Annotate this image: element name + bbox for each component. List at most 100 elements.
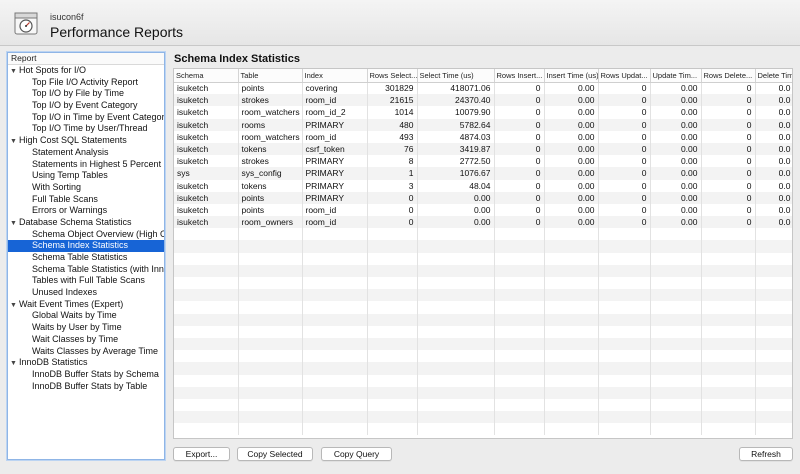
- column-header[interactable]: Index: [302, 69, 368, 83]
- table-cell: 0: [598, 130, 651, 143]
- refresh-button[interactable]: Refresh: [739, 447, 793, 461]
- copy-query-button[interactable]: Copy Query: [321, 447, 392, 461]
- table-row[interactable]: isuketch tokens PRIMARY 3 48.04 0 0.00 0 0.00 0 0.…: [174, 179, 792, 192]
- results-table: Schema Table Index Rows Select... Select Tim…: [174, 69, 792, 436]
- table-cell: 0.00: [650, 167, 702, 180]
- tree-item[interactable]: Schema Index Statistics: [8, 240, 164, 252]
- copy-selected-button[interactable]: Copy Selected: [237, 447, 313, 461]
- table-cell: 0: [701, 106, 756, 119]
- tree-item[interactable]: Global Waits by Time: [8, 310, 164, 322]
- tree-item[interactable]: Statement Analysis: [8, 147, 164, 159]
- column-header[interactable]: Select Time (us): [417, 69, 495, 83]
- tree-item[interactable]: Top File I/O Activity Report: [8, 77, 164, 89]
- column-header[interactable]: Delete Time...: [755, 69, 792, 83]
- table-cell: [755, 386, 792, 399]
- column-header[interactable]: Rows Delete...: [701, 69, 756, 83]
- tree-group-label: Hot Spots for I/O: [19, 65, 87, 75]
- table-cell: sys: [174, 167, 239, 180]
- column-header[interactable]: Update Tim...: [650, 69, 702, 83]
- tree-item[interactable]: Wait Classes by Time: [8, 334, 164, 346]
- table-cell: [701, 240, 756, 253]
- table-cell: [650, 228, 702, 241]
- disclosure-triangle-icon[interactable]: ▼: [10, 136, 19, 147]
- table-row[interactable]: isuketch rooms PRIMARY 480 5782.64 0 0.00 0 0.00…: [174, 118, 792, 131]
- tree-item[interactable]: With Sorting: [8, 182, 164, 194]
- table-cell: [650, 277, 702, 290]
- table-cell: [302, 301, 368, 314]
- tree-item[interactable]: Top I/O Time by User/Thread: [8, 123, 164, 135]
- table-cell: [494, 289, 545, 302]
- tree-item[interactable]: Top I/O in Time by Event Categorie: [8, 112, 164, 124]
- tree-group[interactable]: ▼ Database Schema Statistics: [8, 217, 164, 229]
- tree-item[interactable]: Full Table Scans: [8, 194, 164, 206]
- table-cell: 24370.40: [417, 94, 495, 107]
- tree-item[interactable]: Errors or Warnings: [8, 205, 164, 217]
- table-cell: [494, 301, 545, 314]
- table-row[interactable]: isuketch points PRIMARY 0 0.00 0 0.00 0 0.00 0 0.0: [174, 191, 792, 204]
- tree-item[interactable]: Statements in Highest 5 Percent by: [8, 159, 164, 171]
- tree-group[interactable]: ▼ Hot Spots for I/O: [8, 65, 164, 77]
- table-cell: [544, 337, 599, 351]
- tree-item[interactable]: Schema Table Statistics: [8, 252, 164, 264]
- disclosure-triangle-icon[interactable]: ▼: [10, 300, 19, 311]
- tree-item[interactable]: InnoDB Buffer Stats by Schema: [8, 369, 164, 381]
- table-cell: 0: [598, 142, 651, 156]
- disclosure-triangle-icon[interactable]: ▼: [10, 218, 19, 229]
- table-row[interactable]: isuketch strokes room_id 21615 24370.40 0 0.00…: [174, 94, 792, 107]
- table-cell: [494, 386, 545, 399]
- results-grid[interactable]: Schema Table Index Rows Select... Select Tim…: [173, 68, 793, 439]
- disclosure-triangle-icon[interactable]: ▼: [10, 66, 19, 77]
- table-row[interactable]: sys sys_config PRIMARY 1 1076.67 0 0.00 0 0.00 0 0…: [174, 167, 792, 180]
- table-cell: [174, 350, 239, 363]
- table-cell: room_owners: [238, 216, 303, 229]
- table-cell: [174, 362, 239, 375]
- tree-item[interactable]: Using Temp Tables: [8, 170, 164, 182]
- table-cell: 0: [701, 191, 756, 204]
- column-header[interactable]: Rows Select...: [367, 69, 418, 83]
- table-row[interactable]: isuketch room_owners room_id 0 0.00 0 0.00 0 0.0…: [174, 216, 792, 229]
- tree-group[interactable]: ▼ InnoDB Statistics: [8, 357, 164, 369]
- column-header[interactable]: Schema: [174, 69, 239, 83]
- tree-group[interactable]: ▼ Wait Event Times (Expert): [8, 299, 164, 311]
- column-header[interactable]: Table: [238, 69, 303, 83]
- tree-item[interactable]: InnoDB Buffer Stats by Table: [8, 381, 164, 393]
- table-cell: [367, 301, 418, 314]
- table-cell: isuketch: [174, 106, 239, 119]
- tree-item[interactable]: Waits Classes by Average Time: [8, 346, 164, 358]
- table-cell: [544, 289, 599, 302]
- table-cell: [417, 362, 495, 375]
- table-cell: strokes: [238, 155, 303, 168]
- disclosure-triangle-icon[interactable]: ▼: [10, 358, 19, 369]
- table-cell: [755, 277, 792, 290]
- table-cell: [174, 264, 239, 277]
- table-row[interactable]: isuketch strokes PRIMARY 8 2772.50 0 0.00 0 0.00…: [174, 155, 792, 168]
- tree-item[interactable]: Unused Indexes: [8, 287, 164, 299]
- export-button[interactable]: Export...: [173, 447, 230, 461]
- table-cell: 5782.64: [417, 118, 495, 131]
- table-row[interactable]: isuketch points covering 301829 418071.06 0 0.…: [174, 82, 792, 95]
- table-cell: isuketch: [174, 179, 239, 192]
- tree-item[interactable]: Waits by User by Time: [8, 322, 164, 334]
- tree-item[interactable]: Tables with Full Table Scans: [8, 275, 164, 287]
- tree-item[interactable]: Schema Table Statistics (with Innol: [8, 264, 164, 276]
- table-cell: [238, 374, 303, 387]
- report-tree[interactable]: Report ▼ Hot Spots for I/O Top File I/O Ac…: [7, 52, 165, 460]
- column-header[interactable]: Rows Updat...: [598, 69, 651, 83]
- table-cell: [701, 350, 756, 363]
- table-row[interactable]: isuketch points room_id 0 0.00 0 0.00 0 0.00 0 0.0: [174, 203, 792, 217]
- tree-item[interactable]: Top I/O by Event Category: [8, 100, 164, 112]
- table-cell: [701, 313, 756, 326]
- table-cell: [367, 398, 418, 412]
- table-cell: 1014: [367, 106, 418, 119]
- table-cell: [701, 423, 756, 436]
- table-cell: [417, 411, 495, 424]
- tree-group[interactable]: ▼ High Cost SQL Statements: [8, 135, 164, 147]
- table-row[interactable]: isuketch room_watchers room_id 493 4874.03 0 0…: [174, 130, 792, 143]
- column-header[interactable]: Rows Insert...: [494, 69, 545, 83]
- column-header[interactable]: Insert Time (us): [544, 69, 599, 83]
- tree-item[interactable]: Top I/O by File by Time: [8, 88, 164, 100]
- tree-item[interactable]: Schema Object Overview (High Ov: [8, 229, 164, 241]
- table-cell: 0.00: [544, 155, 599, 168]
- table-row[interactable]: isuketch room_watchers room_id_2 1014 10079.…: [174, 106, 792, 119]
- table-row[interactable]: isuketch tokens csrf_token 76 3419.87 0 0.00 0 0…: [174, 142, 792, 156]
